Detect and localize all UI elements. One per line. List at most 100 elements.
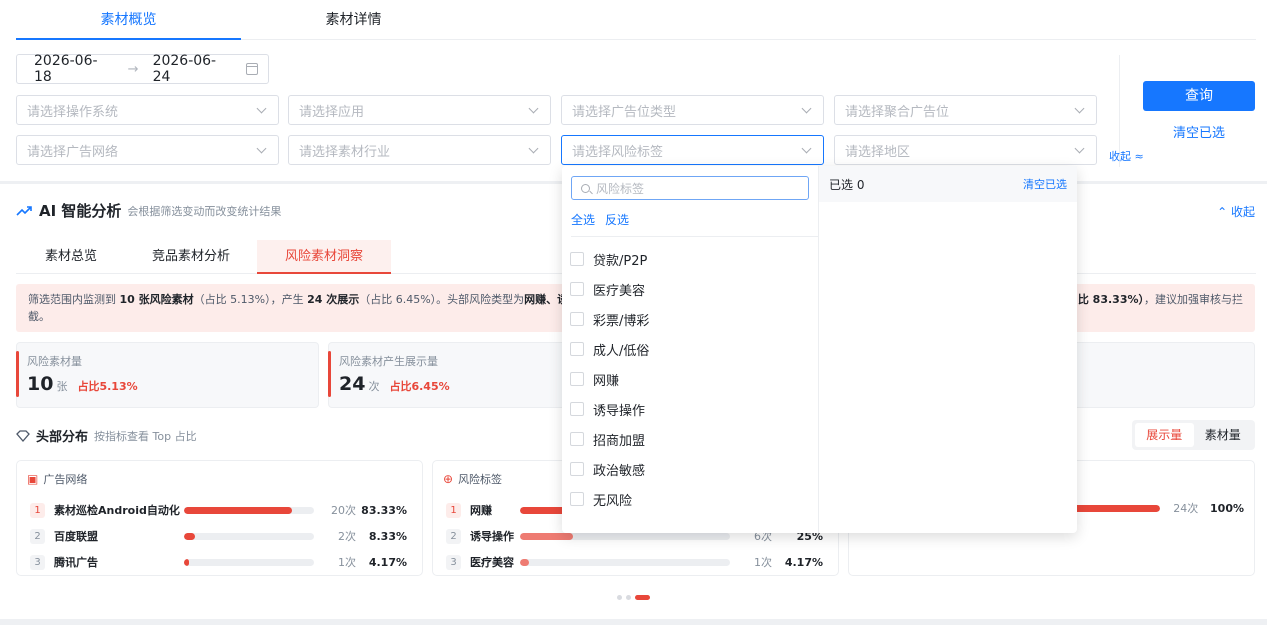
- card-title: 广告网络: [43, 473, 88, 486]
- alert-circle-icon: ⊕: [443, 472, 454, 486]
- collapse-filters-link[interactable]: 收起 ≈: [1109, 148, 1144, 164]
- option-induced-operation[interactable]: 诱导操作: [562, 394, 818, 424]
- query-button[interactable]: 查询: [1143, 81, 1255, 111]
- option-political[interactable]: 政治敏感: [562, 454, 818, 484]
- item-count: 1次: [754, 556, 772, 569]
- carousel-dot[interactable]: [617, 595, 622, 600]
- checkbox[interactable]: [570, 372, 584, 386]
- toggle-material-count[interactable]: 素材量: [1194, 423, 1253, 447]
- tab-risk-insight[interactable]: 风险素材洞察: [257, 240, 391, 274]
- chevron-down-icon: [1074, 143, 1085, 153]
- option-label: 彩票/博彩: [593, 313, 650, 329]
- carousel-dot-active[interactable]: [635, 595, 650, 600]
- share-bar: [184, 558, 314, 566]
- option-adult-vulgar[interactable]: 成人/低俗: [562, 334, 818, 364]
- selected-count: 已选 0: [829, 177, 865, 192]
- option-loan-p2p[interactable]: 贷款/P2P: [562, 244, 818, 274]
- checkbox[interactable]: [570, 282, 584, 296]
- chevron-down-icon: [1074, 103, 1085, 113]
- carousel-dot[interactable]: [626, 595, 631, 600]
- item-name: 百度联盟: [54, 530, 98, 543]
- item-pct: 8.33%: [368, 529, 407, 543]
- item-pct: 4.17%: [784, 555, 823, 569]
- checkbox[interactable]: [570, 432, 584, 446]
- dropdown-bulk-actions: 全选 反选: [571, 211, 818, 237]
- date-range-picker[interactable]: 2026-06-18 → 2026-06-24: [16, 53, 269, 85]
- option-online-earning[interactable]: 网赚: [562, 364, 818, 394]
- diamond-icon: [16, 429, 30, 442]
- carousel-dots: [617, 595, 654, 600]
- share-bar-fill: [184, 532, 195, 540]
- checkbox[interactable]: [570, 402, 584, 416]
- share-bar-fill: [520, 532, 573, 540]
- chevron-up-icon: ⌃: [1217, 205, 1231, 219]
- option-no-risk[interactable]: 无风险: [562, 484, 818, 514]
- select-all-link[interactable]: 全选: [571, 213, 595, 227]
- agg-ad-slot-placeholder: 请选择聚合广告位: [845, 104, 950, 120]
- rank-badge: 1: [30, 502, 45, 518]
- tab-competitor-analysis[interactable]: 竞品素材分析: [136, 240, 246, 274]
- alert-text-3: （占比 6.45%）。头部风险类型为: [359, 293, 525, 306]
- option-label: 贷款/P2P: [593, 253, 648, 269]
- date-start: 2026-06-18: [34, 53, 98, 85]
- alert-text-2: （占比 5.13%），产生: [193, 293, 308, 306]
- tab-detail[interactable]: 素材详情: [266, 0, 441, 40]
- clear-selected-link[interactable]: 清空已选: [1023, 176, 1067, 192]
- toggle-impressions[interactable]: 展示量: [1135, 423, 1194, 447]
- item-name: 素材巡检Android自动化: [54, 504, 180, 517]
- calendar-icon: [246, 63, 258, 75]
- rank-badge: 3: [446, 554, 461, 570]
- item-pct: 100%: [1210, 501, 1244, 515]
- item-pct: 4.17%: [368, 555, 407, 569]
- ad-network-select[interactable]: 请选择广告网络: [16, 135, 279, 165]
- selected-panel-header: 已选 0 清空已选: [819, 166, 1077, 202]
- option-lottery-gambling[interactable]: 彩票/博彩: [562, 304, 818, 334]
- chevron-down-icon: [256, 103, 267, 113]
- checkbox[interactable]: [570, 492, 584, 506]
- app-select-placeholder: 请选择应用: [299, 104, 365, 120]
- share-bar-fill: [184, 506, 293, 514]
- option-label: 政治敏感: [593, 463, 646, 479]
- ai-collapse-link[interactable]: ⌃ 收起: [1217, 203, 1255, 220]
- list-item: 2 百度联盟 2次 8.33%: [27, 523, 412, 549]
- bottom-divider: [0, 619, 1267, 625]
- dropdown-search-input[interactable]: 风险标签: [571, 176, 809, 200]
- item-name: 腾讯广告: [54, 556, 98, 569]
- alert-bold-1: 10 张风险素材: [119, 293, 194, 306]
- stat-unit: 张: [56, 380, 68, 393]
- checkbox[interactable]: [570, 342, 584, 356]
- share-bar: [184, 532, 314, 540]
- agg-ad-slot-select[interactable]: 请选择聚合广告位: [834, 95, 1097, 125]
- option-label: 成人/低俗: [593, 343, 650, 359]
- option-medical-beauty[interactable]: 医疗美容: [562, 274, 818, 304]
- risk-tag-select[interactable]: 请选择风险标签: [561, 135, 824, 165]
- monitor-icon: ▣: [27, 472, 39, 486]
- industry-select[interactable]: 请选择素材行业: [288, 135, 551, 165]
- chevron-down-icon: [801, 103, 812, 113]
- clear-selected-button[interactable]: 清空已选: [1143, 122, 1255, 141]
- region-select[interactable]: 请选择地区: [834, 135, 1097, 165]
- item-name: 医疗美容: [470, 556, 514, 569]
- head-subtitle: 按指标查看 Top 占比: [94, 429, 197, 443]
- app-select[interactable]: 请选择应用: [288, 95, 551, 125]
- region-placeholder: 请选择地区: [845, 144, 911, 160]
- tab-material-overview[interactable]: 素材总览: [16, 240, 126, 274]
- stat-value: 24: [339, 373, 366, 395]
- item-count: 20次: [331, 504, 356, 517]
- date-end: 2026-06-24: [152, 53, 217, 85]
- checkbox[interactable]: [570, 462, 584, 476]
- chevron-down-icon: [528, 103, 539, 113]
- checkbox[interactable]: [570, 252, 584, 266]
- ad-slot-type-select[interactable]: 请选择广告位类型: [561, 95, 824, 125]
- alert-tail-bold: 比 83.33%）: [1077, 293, 1144, 306]
- ai-title: AI 智能分析: [39, 202, 122, 220]
- item-count: 24次: [1173, 502, 1199, 515]
- os-select[interactable]: 请选择操作系统: [16, 95, 279, 125]
- option-label: 诱导操作: [593, 403, 646, 419]
- alert-tail: 比 83.33%），建议加强审核与拦: [1078, 291, 1243, 308]
- invert-selection-link[interactable]: 反选: [605, 213, 629, 227]
- item-count: 2次: [338, 530, 356, 543]
- tab-overview[interactable]: 素材概览: [16, 0, 241, 40]
- option-franchise[interactable]: 招商加盟: [562, 424, 818, 454]
- checkbox[interactable]: [570, 312, 584, 326]
